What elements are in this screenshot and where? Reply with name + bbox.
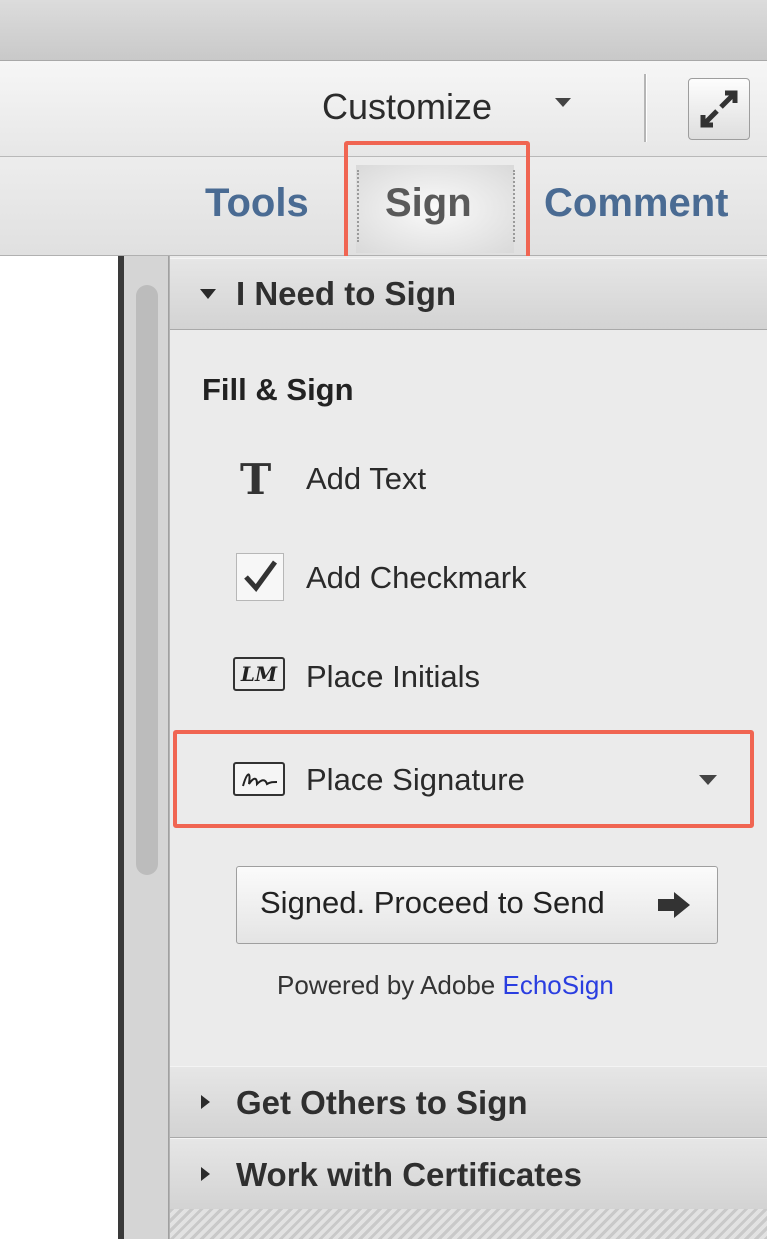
add-text-item[interactable]: Add Text [306,461,426,497]
powered-by-text: Powered by Adobe EchoSign [277,970,614,1001]
chevron-down-icon[interactable] [555,98,571,107]
section-title: I Need to Sign [236,275,457,312]
text-T-icon: T [240,455,272,504]
collapsed-triangle-icon[interactable] [201,1167,210,1181]
add-checkmark-item[interactable]: Add Checkmark [306,560,527,596]
tab-tools[interactable]: Tools [205,181,309,226]
scrollbar-thumb[interactable] [136,285,158,875]
section-title: Work with Certificates [236,1156,582,1193]
collapsed-triangle-icon[interactable] [201,1095,210,1109]
checkmark-icon [236,553,284,601]
expand-arrows-icon [700,90,738,128]
tab-comment[interactable]: Comment [544,181,728,226]
section-title: Get Others to Sign [236,1084,528,1121]
customize-menu[interactable]: Customize [322,86,492,128]
powered-by-prefix: Powered by Adobe [277,970,503,1000]
place-signature-highlight [173,730,754,828]
place-initials-item[interactable]: Place Initials [306,659,480,695]
initials-icon: LM [233,657,285,691]
arrow-right-icon [658,892,690,918]
echosign-link[interactable]: EchoSign [503,970,614,1000]
expanded-triangle-icon[interactable] [200,289,216,299]
fill-sign-heading: Fill & Sign [202,372,354,407]
window-title-bar [0,0,767,61]
sign-tab-highlight [344,141,530,265]
full-screen-button[interactable] [688,78,750,140]
document-page [0,256,118,1239]
panel-resize-grip[interactable] [170,1209,767,1239]
proceed-to-send-label: Signed. Proceed to Send [260,885,605,920]
toolbar-divider [644,74,647,142]
